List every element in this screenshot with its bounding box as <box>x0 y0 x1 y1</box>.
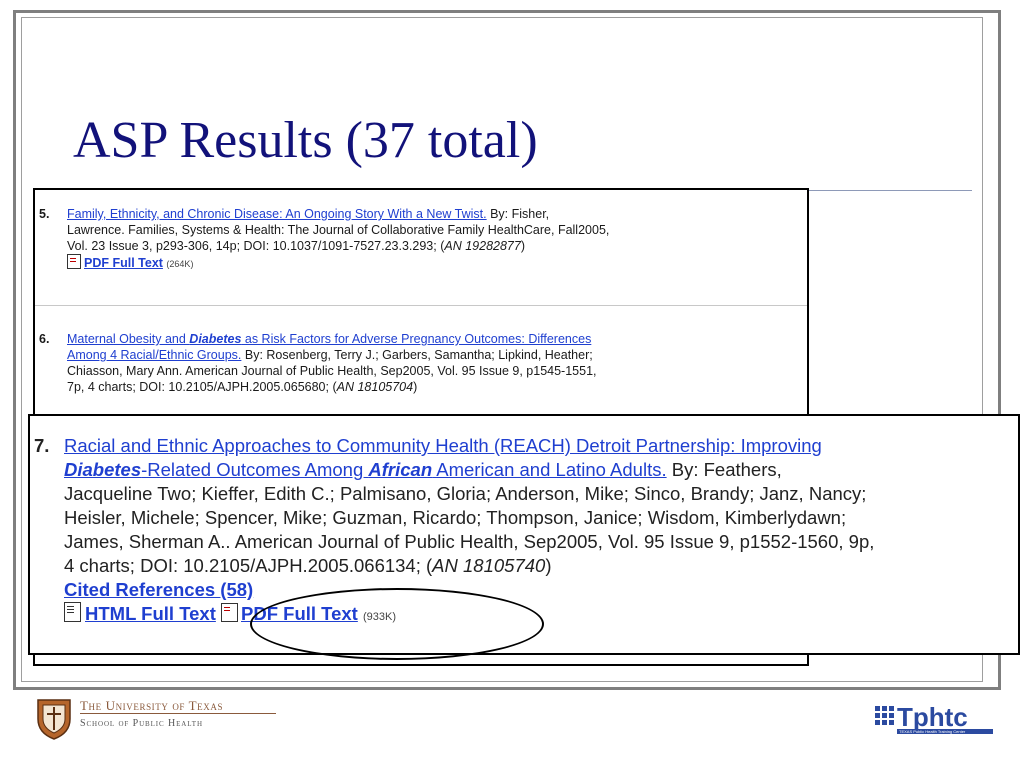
tphtc-logo-icon: Tphtc TEXAS Public Health Training Cente… <box>875 702 993 734</box>
record-paren: ) <box>413 380 418 394</box>
pdf-full-text-link[interactable]: PDF Full Text <box>84 256 163 270</box>
pdf-file-size: (264K) <box>166 259 194 269</box>
html-document-icon <box>64 602 81 622</box>
ut-school: School of Public Health <box>80 718 203 729</box>
record-source: Chiasson, Mary Ann. American Journal of … <box>67 364 597 378</box>
svg-text:Tphtc: Tphtc <box>897 702 968 732</box>
title-divider <box>806 190 972 191</box>
record-title-link[interactable]: Family, Ethnicity, and Chronic Disease: … <box>67 207 487 221</box>
record-authors: By: Feathers, <box>666 459 782 480</box>
record-doi: Vol. 23 Issue 3, p293-306, 14p; DOI: 10.… <box>67 239 445 253</box>
record-authors: By: Fisher, <box>486 207 550 221</box>
record-number: 5. <box>39 207 50 221</box>
record-title-link-cont[interactable]: Among 4 Racial/Ethnic Groups. <box>67 348 241 362</box>
title-part: as Risk Factors for Adverse Pregnancy Ou… <box>241 332 592 346</box>
record-number: 7. <box>34 435 50 456</box>
record-authors-cont: Heisler, Michele; Spencer, Mike; Guzman,… <box>64 507 847 528</box>
record-source: James, Sherman A.. American Journal of P… <box>64 531 875 552</box>
ut-divider <box>80 713 276 714</box>
title-highlight: African <box>368 459 433 480</box>
record-source: Lawrence. Families, Systems & Health: Th… <box>67 223 610 237</box>
title-highlight: Diabetes <box>64 459 142 480</box>
title-highlight: Diabetes <box>189 332 242 346</box>
title-part: Maternal Obesity and <box>67 332 190 346</box>
record-divider <box>35 305 807 306</box>
record-number: 6. <box>39 332 50 346</box>
record-accession: AN 19282877 <box>444 239 521 253</box>
pdf-icon <box>221 603 239 622</box>
record-doi: 4 charts; DOI: 10.2105/AJPH.2005.066134;… <box>64 555 433 576</box>
record-doi: 7p, 4 charts; DOI: 10.2105/AJPH.2005.065… <box>67 380 337 394</box>
html-full-text-link[interactable]: HTML Full Text <box>85 603 216 624</box>
record-title-link[interactable]: Racial and Ethnic Approaches to Communit… <box>64 435 822 456</box>
record-accession: AN 18105704 <box>336 380 414 394</box>
record-authors-cont: Jacqueline Two; Kieffer, Edith C.; Palmi… <box>64 483 867 504</box>
record-title-link-cont[interactable]: Diabetes-Related Outcomes Among African … <box>64 459 667 480</box>
highlight-ellipse <box>250 588 544 660</box>
record-accession: AN 18105740 <box>432 555 546 576</box>
record-authors: By: Rosenberg, Terry J.; Garbers, Samant… <box>241 348 593 362</box>
record-title-link[interactable]: Maternal Obesity and Diabetes as Risk Fa… <box>67 332 591 346</box>
record-paren: ) <box>520 239 525 253</box>
svg-text:TEXAS Public Health Training C: TEXAS Public Health Training Center <box>899 729 966 734</box>
slide-title: ASP Results (37 total) <box>73 112 538 169</box>
record-paren: ) <box>545 555 552 576</box>
ut-seal-icon <box>37 699 71 740</box>
title-part: -Related Outcomes Among <box>141 459 369 480</box>
cited-references-link[interactable]: Cited References (58) <box>64 579 253 600</box>
pdf-icon <box>67 254 81 269</box>
title-part: American and Latino Adults. <box>432 459 667 480</box>
ut-name: The University of Texas <box>80 698 224 713</box>
